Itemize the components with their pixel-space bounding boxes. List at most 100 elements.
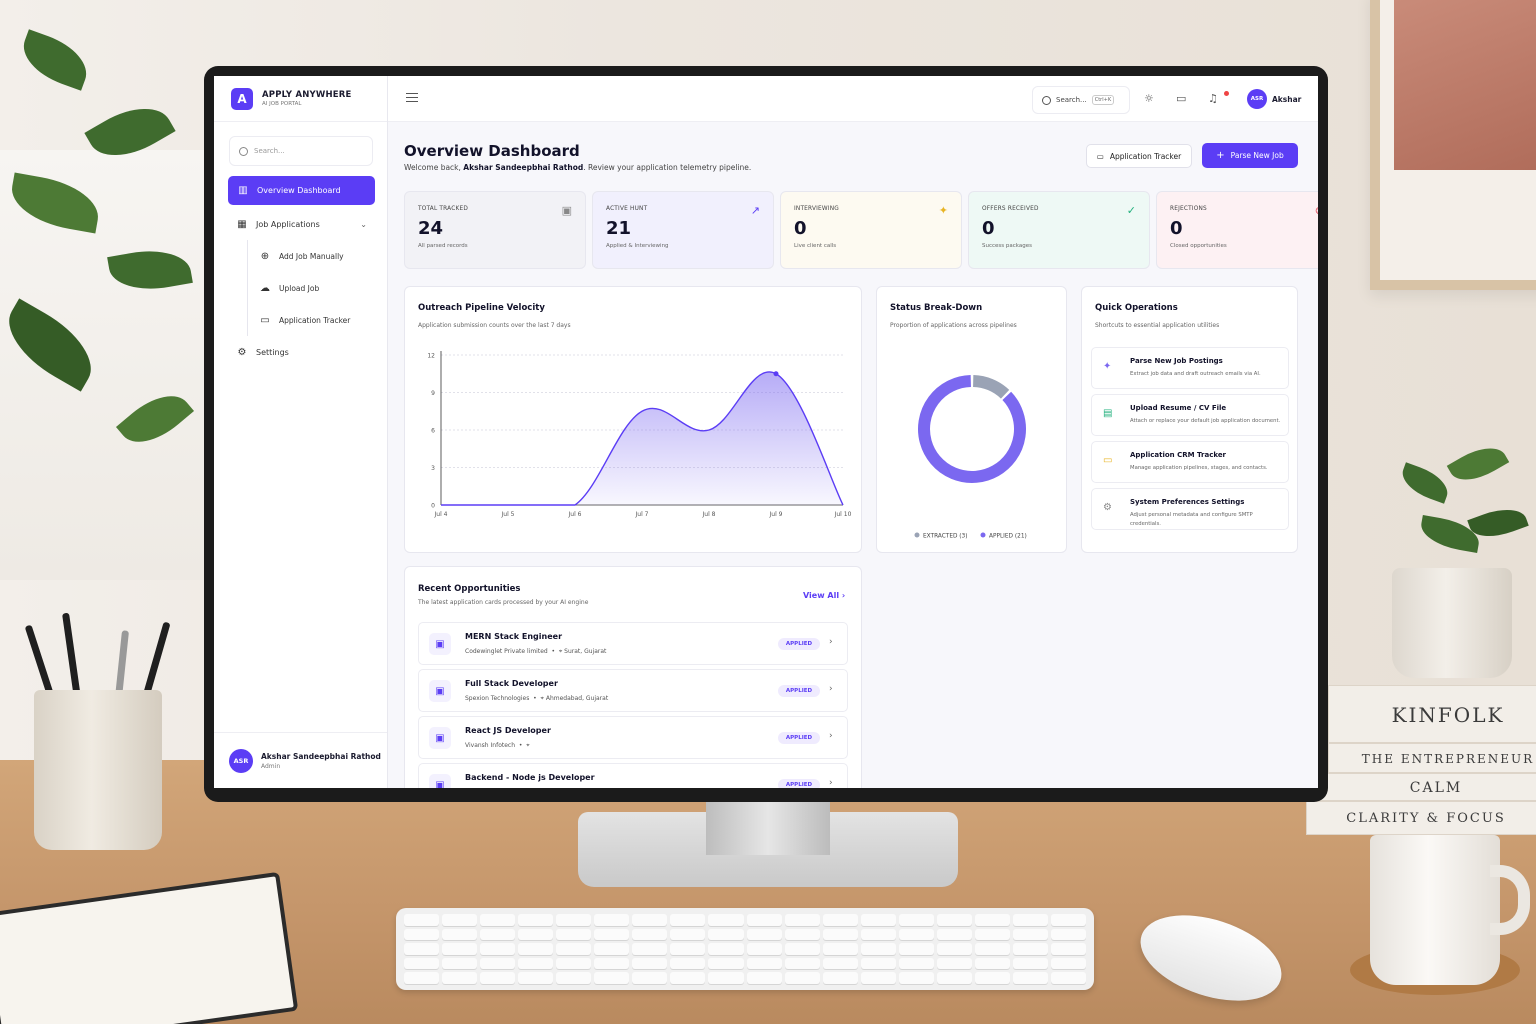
key (556, 943, 592, 955)
coffee-mug (1370, 835, 1500, 985)
key (936, 957, 972, 970)
legend-label: APPLIED (21) (989, 534, 1027, 540)
bell-icon[interactable]: ♫ (1208, 92, 1218, 105)
opportunity-row[interactable]: ▣ Backend - Node js Developer APPLIED › (418, 763, 848, 788)
top-search-input[interactable]: Search... Ctrl+K (1032, 86, 1130, 114)
key (442, 928, 478, 941)
file-icon: ▤ (1103, 408, 1113, 419)
key (632, 943, 668, 955)
recent-opportunities-card: Recent Opportunities The latest applicat… (404, 566, 862, 788)
sidebar-item-job-applications[interactable]: ▦ Job Applications ⌄ (228, 208, 375, 240)
key (442, 957, 478, 970)
location-pin-icon: ⌖ (526, 742, 530, 749)
key (784, 972, 820, 984)
check-circle-icon: ✓ (1126, 204, 1136, 217)
legend-dot (980, 532, 986, 538)
quick-op-title: System Preferences Settings (1130, 498, 1245, 506)
opportunity-row[interactable]: ▣ MERN Stack Engineer Codewinglet Private … (418, 622, 848, 665)
top-user-name: Akshar (1272, 94, 1302, 104)
sidebar-user[interactable]: ASR Akshar Sandeepbhai Rathod Admin (214, 732, 387, 788)
sparkle-icon: ✦ (1103, 361, 1112, 372)
wall-art-frame (1370, 0, 1536, 290)
key (632, 972, 668, 984)
stat-value: 0 (1170, 218, 1183, 239)
quick-op-item[interactable]: ▭ Application CRM Tracker Manage applicati… (1091, 441, 1289, 483)
chevron-right-icon: › (829, 637, 833, 647)
key (594, 943, 630, 955)
menu-icon[interactable] (406, 93, 418, 102)
key (480, 957, 516, 970)
stat-value: 0 (794, 218, 807, 239)
sidebar-item-add-job-manually[interactable]: ⊕ Add Job Manually (247, 240, 387, 272)
application-tracker-button[interactable]: ▭ Application Tracker (1086, 144, 1192, 168)
book-stack: KINFOLK THE ENTREPRENEUR CALM CLARITY & … (1306, 655, 1536, 855)
card-icon: ▭ (1096, 151, 1104, 161)
sidebar-item-settings[interactable]: ⚙ Settings (228, 336, 375, 368)
key (518, 914, 554, 926)
key (1012, 972, 1048, 984)
gear-icon: ⚙ (1103, 502, 1112, 513)
key (670, 957, 706, 970)
brand[interactable]: A APPLY ANYWHERE AI JOB PORTAL (214, 76, 387, 122)
key (860, 914, 896, 926)
key (518, 943, 554, 955)
parse-new-job-button[interactable]: + Parse New Job (1202, 143, 1298, 168)
sidebar-item-overview-dashboard[interactable]: ▥ Overview Dashboard (228, 176, 375, 205)
calendar-icon[interactable]: ▭ (1176, 92, 1186, 105)
stat-card-offers-received[interactable]: OFFERS RECEIVED 0 Success packages ✓ (968, 191, 1150, 269)
quick-op-item[interactable]: ⚙ System Preferences Settings Adjust perso… (1091, 488, 1289, 530)
opportunity-row[interactable]: ▣ Full Stack Developer Spexion Technologie… (418, 669, 848, 712)
x-tick-label: Jul 10 (834, 511, 852, 518)
chevron-right-icon: › (829, 731, 833, 741)
status-badge: APPLIED (778, 638, 820, 650)
key (746, 914, 782, 926)
legend-dot (914, 532, 920, 538)
quick-op-item[interactable]: ✦ Parse New Job Postings Extract job data … (1091, 347, 1289, 389)
opportunity-company: Vivansh Infotech (465, 742, 516, 749)
area-fill (441, 371, 843, 505)
sidebar-item-application-tracker[interactable]: ▭ Application Tracker (247, 304, 387, 336)
shortcut-hint: Ctrl+K (1091, 95, 1115, 105)
book-kinfolk: KINFOLK (1328, 685, 1536, 743)
quick-title: Quick Operations (1095, 303, 1178, 313)
brand-name: APPLY ANYWHERE (262, 90, 352, 100)
top-user-menu[interactable]: ASR Akshar (1247, 89, 1301, 109)
stat-sub: Success packages (982, 243, 1032, 249)
sidebar-item-upload-job[interactable]: ☁ Upload Job (247, 272, 387, 304)
quick-op-desc: Adjust personal metadata and configure S… (1130, 512, 1253, 527)
key (594, 972, 630, 984)
stat-card-rejections[interactable]: REJECTIONS 0 Closed opportunities ⊗ (1156, 191, 1318, 269)
key (822, 914, 858, 926)
user-role: Admin (261, 762, 281, 770)
top-search-label: Search... (1056, 96, 1087, 104)
key (898, 972, 934, 984)
y-tick-label: 6 (431, 428, 435, 435)
opportunity-title: React JS Developer (465, 726, 551, 735)
sidebar-item-label: Application Tracker (279, 315, 351, 325)
y-tick-label: 3 (431, 465, 435, 472)
stat-card-total-tracked[interactable]: TOTAL TRACKED 24 All parsed records ▣ (404, 191, 586, 269)
key (404, 957, 440, 970)
key (822, 957, 858, 970)
opportunity-row[interactable]: ▣ React JS Developer Vivansh Infotech • ⌖ … (418, 716, 848, 759)
donut-slice-extracted (972, 375, 1010, 399)
key (442, 914, 478, 926)
quick-op-title: Parse New Job Postings (1130, 357, 1223, 365)
stat-label: INTERVIEWING (794, 206, 839, 212)
quick-op-title: Application CRM Tracker (1130, 451, 1227, 459)
view-all-link[interactable]: View All › (803, 591, 845, 600)
quick-op-desc: Manage application pipelines, stages, an… (1130, 465, 1268, 471)
theme-toggle-icon[interactable]: ☼ (1144, 92, 1154, 105)
page-title: Overview Dashboard (404, 142, 580, 160)
stat-card-interviewing[interactable]: INTERVIEWING 0 Live client calls ✦ (780, 191, 962, 269)
key (822, 943, 858, 955)
key (898, 957, 934, 970)
briefcase-icon: ▣ (429, 633, 451, 655)
stat-card-active-hunt[interactable]: ACTIVE HUNT 21 Applied & Interviewing ↗ (592, 191, 774, 269)
sidebar-search-input[interactable]: Search... (229, 136, 373, 166)
quick-op-item[interactable]: ▤ Upload Resume / CV File Attach or replac… (1091, 394, 1289, 436)
key (480, 943, 516, 955)
velocity-chart: 0 3 6 9 12 Jul 4 Jul 5 Jul 6 Jul 7 Jul 8 Jul 9 Jul … (427, 351, 852, 518)
grid-icon: ▦ (237, 218, 247, 230)
key (936, 928, 972, 941)
